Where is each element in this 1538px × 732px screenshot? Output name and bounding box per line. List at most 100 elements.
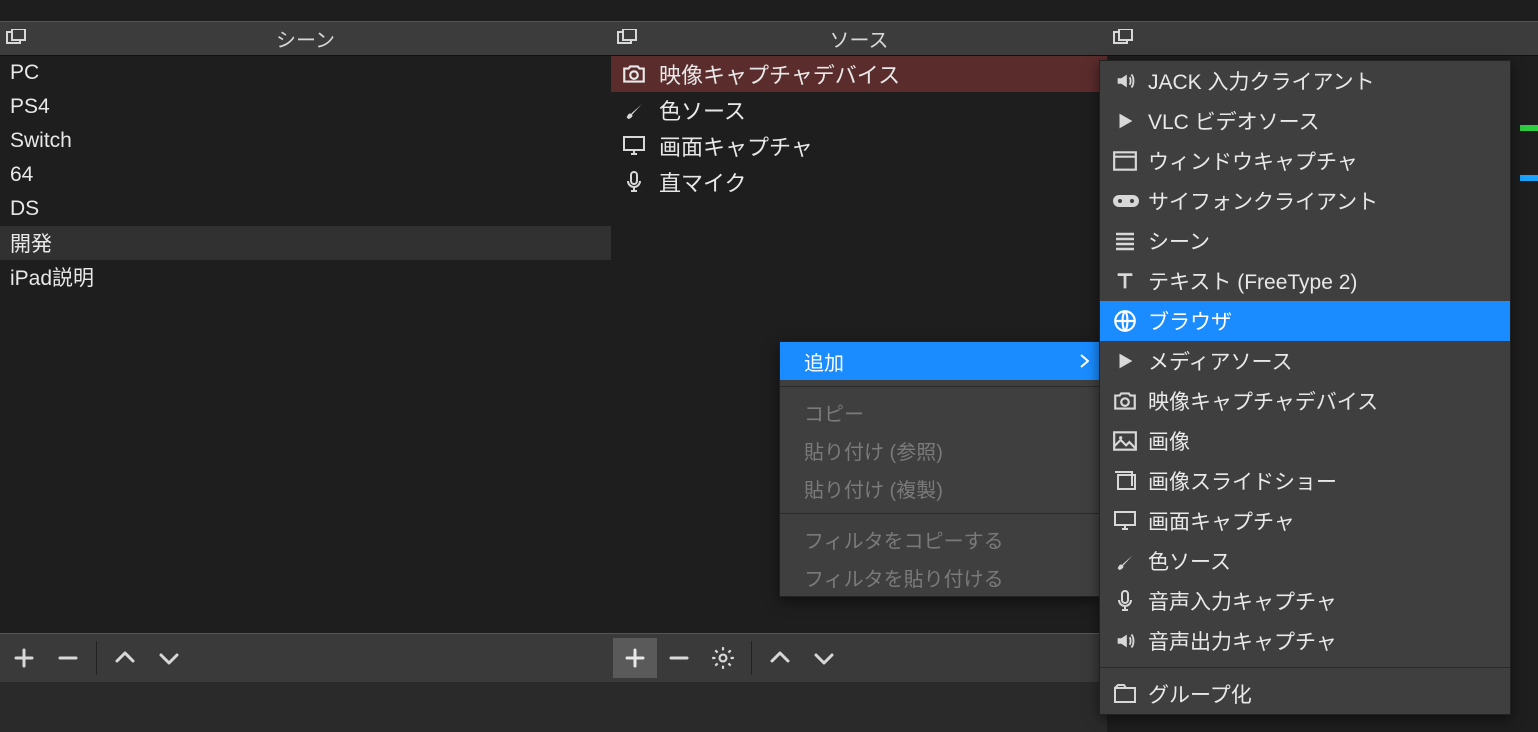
meter-tick-blue — [1520, 175, 1538, 181]
bottom-strip — [611, 682, 1107, 732]
scenes-panel: シーン PC PS4 Switch 64 DS開発iPad説明 — [0, 0, 611, 732]
chevron-right-icon — [1079, 354, 1089, 368]
submenu-item[interactable]: 画像 — [1100, 421, 1510, 461]
scene-item[interactable]: 64 — [0, 158, 611, 192]
submenu-label: テキスト (FreeType 2) — [1148, 266, 1357, 296]
submenu-label: 画像 — [1148, 426, 1190, 456]
context-menu-label: フィルタをコピーする — [804, 525, 1004, 554]
scene-label: PS4 — [10, 95, 50, 119]
context-menu-item[interactable]: 追加 — [780, 342, 1099, 380]
sources-title: ソース — [611, 24, 1107, 53]
submenu-label: ウィンドウキャプチャ — [1148, 146, 1358, 176]
scene-item[interactable]: iPad説明 — [0, 260, 611, 294]
submenu-item[interactable]: サイフォンクライアント — [1100, 181, 1510, 221]
scene-item[interactable]: PS4 — [0, 90, 611, 124]
source-label: 映像キャプチャデバイス — [659, 58, 900, 90]
add-scene-button[interactable] — [2, 638, 46, 678]
scenes-header[interactable]: シーン — [0, 21, 611, 56]
camera-icon — [1112, 390, 1148, 412]
submenu-item[interactable]: JACK 入力クライアント — [1100, 61, 1510, 101]
context-menu[interactable]: 追加コピー貼り付け (参照)貼り付け (複製)フィルタをコピーするフィルタを貼り… — [779, 341, 1100, 597]
scene-item[interactable]: Switch — [0, 124, 611, 158]
submenu-item[interactable]: ウィンドウキャプチャ — [1100, 141, 1510, 181]
remove-source-button[interactable] — [657, 638, 701, 678]
dock-icon[interactable] — [617, 29, 639, 49]
source-down-button[interactable] — [802, 638, 846, 678]
context-menu-item: コピー — [780, 393, 1099, 431]
context-menu-label: フィルタを貼り付ける — [804, 563, 1004, 592]
submenu-item[interactable]: メディアソース — [1100, 341, 1510, 381]
source-item[interactable]: 色ソース — [611, 92, 1107, 128]
camera-icon — [621, 63, 659, 85]
submenu-label: 画面キャプチャ — [1148, 506, 1295, 536]
sources-header[interactable]: ソース — [611, 21, 1107, 56]
source-item[interactable]: 画面キャプチャ — [611, 128, 1107, 164]
source-label: 直マイク — [659, 166, 747, 198]
scene-down-button[interactable] — [147, 638, 191, 678]
submenu-item[interactable]: グループ化 — [1100, 674, 1510, 714]
bottom-strip — [0, 682, 611, 732]
source-item[interactable]: 直マイク — [611, 164, 1107, 200]
menu-separator — [780, 513, 1099, 514]
remove-scene-button[interactable] — [46, 638, 90, 678]
slideshow-icon — [1112, 470, 1148, 492]
scene-label: PC — [10, 61, 39, 85]
submenu-label: グループ化 — [1148, 679, 1252, 709]
brush-icon — [1112, 550, 1148, 572]
menu-separator — [780, 386, 1099, 387]
image-icon — [1112, 430, 1148, 452]
context-menu-item: フィルタをコピーする — [780, 520, 1099, 558]
sources-toolbar — [611, 633, 1107, 682]
scene-item[interactable]: PC — [0, 56, 611, 90]
add-source-submenu[interactable]: JACK 入力クライアント VLC ビデオソースウィンドウキャプチャサイフォンクラ… — [1099, 60, 1511, 715]
monitor-icon — [621, 135, 659, 157]
submenu-item[interactable]: 音声入力キャプチャ — [1100, 581, 1510, 621]
submenu-item[interactable]: VLC ビデオソース — [1100, 101, 1510, 141]
submenu-label: JACK 入力クライアント — [1148, 66, 1375, 96]
context-menu-label: 追加 — [804, 347, 844, 376]
gamepad-icon — [1112, 192, 1148, 210]
mixer-header[interactable] — [1107, 21, 1538, 56]
scenes-toolbar — [0, 633, 611, 682]
scenes-list[interactable]: PC PS4 Switch 64 DS開発iPad説明 — [0, 56, 611, 633]
submenu-item[interactable]: 画面キャプチャ — [1100, 501, 1510, 541]
scene-up-button[interactable] — [103, 638, 147, 678]
source-item[interactable]: 映像キャプチャデバイス — [611, 56, 1107, 92]
scene-item[interactable]: DS — [0, 192, 611, 226]
submenu-item[interactable]: ブラウザ — [1100, 301, 1510, 341]
source-properties-button[interactable] — [701, 638, 745, 678]
list-icon — [1112, 231, 1148, 251]
menu-separator — [1100, 667, 1510, 668]
dock-icon[interactable] — [1113, 29, 1135, 49]
context-menu-label: 貼り付け (複製) — [804, 474, 943, 503]
submenu-item[interactable]: シーン — [1100, 221, 1510, 261]
add-source-button[interactable] — [613, 638, 657, 678]
submenu-item[interactable]: 映像キャプチャデバイス — [1100, 381, 1510, 421]
scene-label: 開発 — [10, 228, 52, 258]
source-up-button[interactable] — [758, 638, 802, 678]
window-icon — [1112, 150, 1148, 172]
mic-icon — [621, 170, 659, 194]
submenu-item[interactable]: テキスト (FreeType 2) — [1100, 261, 1510, 301]
mic-icon — [1112, 589, 1148, 613]
submenu-item[interactable]: 音声出力キャプチャ — [1100, 621, 1510, 661]
submenu-item[interactable]: 色ソース — [1100, 541, 1510, 581]
monitor-icon — [1112, 510, 1148, 532]
submenu-item[interactable]: 画像スライドショー — [1100, 461, 1510, 501]
separator — [96, 641, 97, 675]
submenu-label: サイフォンクライアント — [1148, 186, 1378, 216]
speaker-icon — [1112, 630, 1148, 652]
group-icon — [1112, 684, 1148, 704]
scene-item[interactable]: 開発 — [0, 226, 611, 260]
speaker-icon — [1112, 70, 1148, 92]
scene-label: Switch — [10, 129, 72, 153]
text-icon — [1112, 270, 1148, 292]
dock-icon[interactable] — [6, 29, 28, 49]
submenu-label: メディアソース — [1148, 346, 1292, 376]
context-menu-item: 貼り付け (複製) — [780, 469, 1099, 507]
submenu-label: VLC ビデオソース — [1148, 106, 1320, 136]
brush-icon — [621, 99, 659, 121]
context-menu-item: フィルタを貼り付ける — [780, 558, 1099, 596]
context-menu-label: コピー — [804, 398, 864, 427]
scene-label: 64 — [10, 163, 33, 187]
